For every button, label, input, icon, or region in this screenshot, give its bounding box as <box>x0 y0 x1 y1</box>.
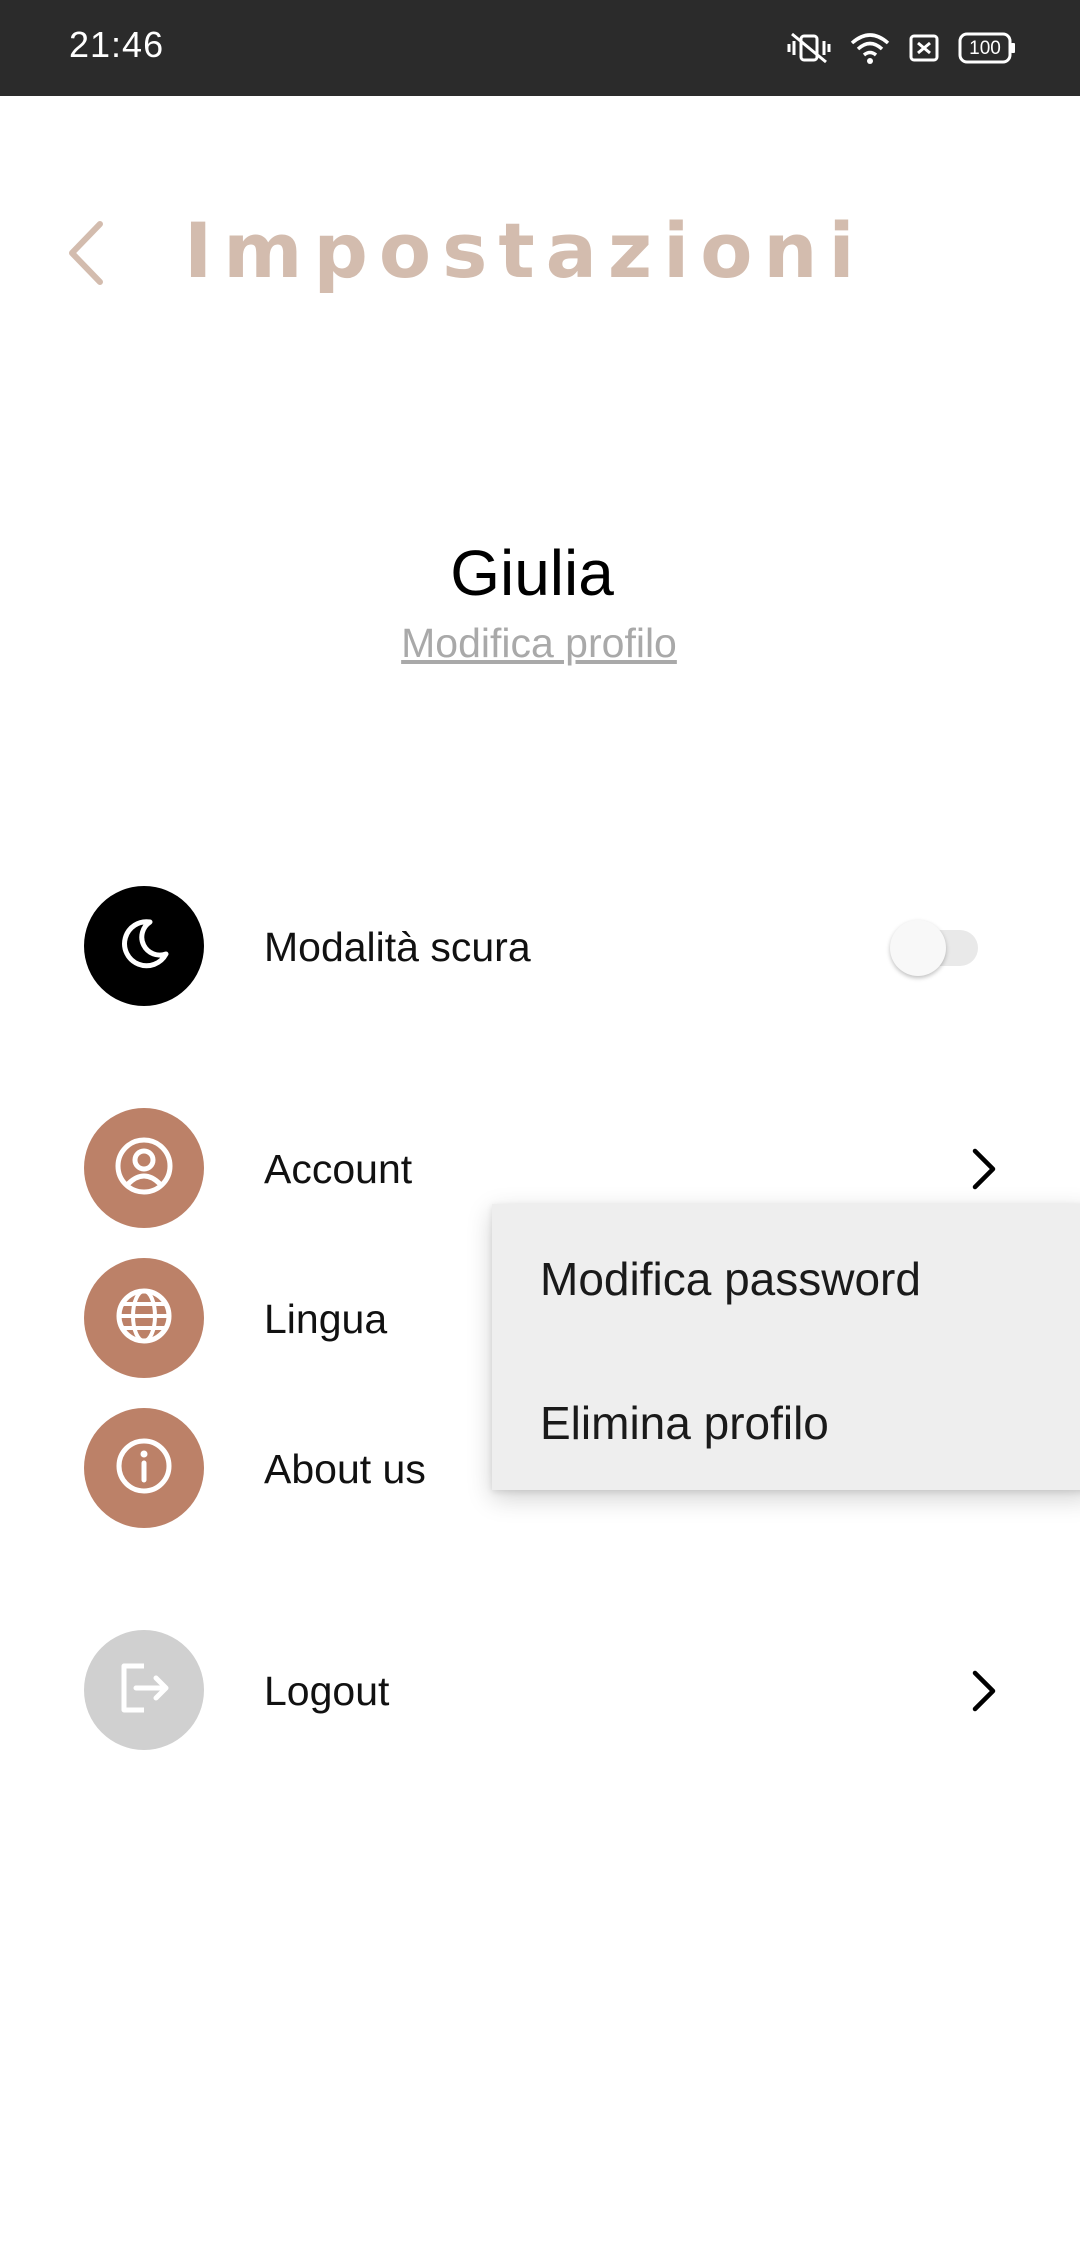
logout-row[interactable]: Logout <box>84 1630 1004 1752</box>
logout-icon-circle <box>84 1630 204 1750</box>
edit-profile-link[interactable]: Modifica profilo <box>0 620 1078 667</box>
menu-item-change-password[interactable]: Modifica password <box>540 1252 921 1306</box>
vibrate-off-icon <box>786 30 832 66</box>
account-popup-menu: Modifica password Elimina profilo <box>492 1204 1080 1490</box>
battery-level: 100 <box>969 38 1001 59</box>
globe-icon <box>114 1286 174 1351</box>
dark-mode-icon-circle <box>84 886 204 1006</box>
dark-mode-label: Modalità scura <box>264 924 531 970</box>
toggle-knob <box>890 920 946 976</box>
profile-name: Giulia <box>450 537 614 609</box>
logout-icon <box>114 1658 174 1723</box>
status-bar: 21:46 100 <box>0 0 1080 96</box>
no-sim-icon <box>908 32 940 64</box>
status-icons: 100 <box>786 26 1016 70</box>
user-circle-icon <box>114 1136 174 1201</box>
chevron-left-icon <box>66 220 106 291</box>
account-label: Account <box>264 1146 413 1192</box>
back-button[interactable] <box>56 210 116 300</box>
dark-mode-row: Modalità scura <box>84 886 1004 1008</box>
dark-mode-toggle[interactable] <box>890 920 980 976</box>
logout-label: Logout <box>264 1668 390 1714</box>
language-label: Lingua <box>264 1296 388 1342</box>
about-icon-circle <box>84 1408 204 1528</box>
battery-icon: 100 <box>958 32 1016 64</box>
menu-item-delete-profile[interactable]: Elimina profilo <box>540 1396 829 1450</box>
about-label: About us <box>264 1446 426 1492</box>
wifi-icon <box>850 31 890 65</box>
page-title: Impostazioni <box>184 206 866 295</box>
chevron-right-icon <box>964 1664 1004 1718</box>
info-icon <box>114 1436 174 1501</box>
language-icon-circle <box>84 1258 204 1378</box>
account-icon-circle <box>84 1108 204 1228</box>
chevron-right-icon <box>964 1142 1004 1196</box>
status-time: 21:46 <box>69 24 165 65</box>
moon-icon <box>116 916 172 977</box>
